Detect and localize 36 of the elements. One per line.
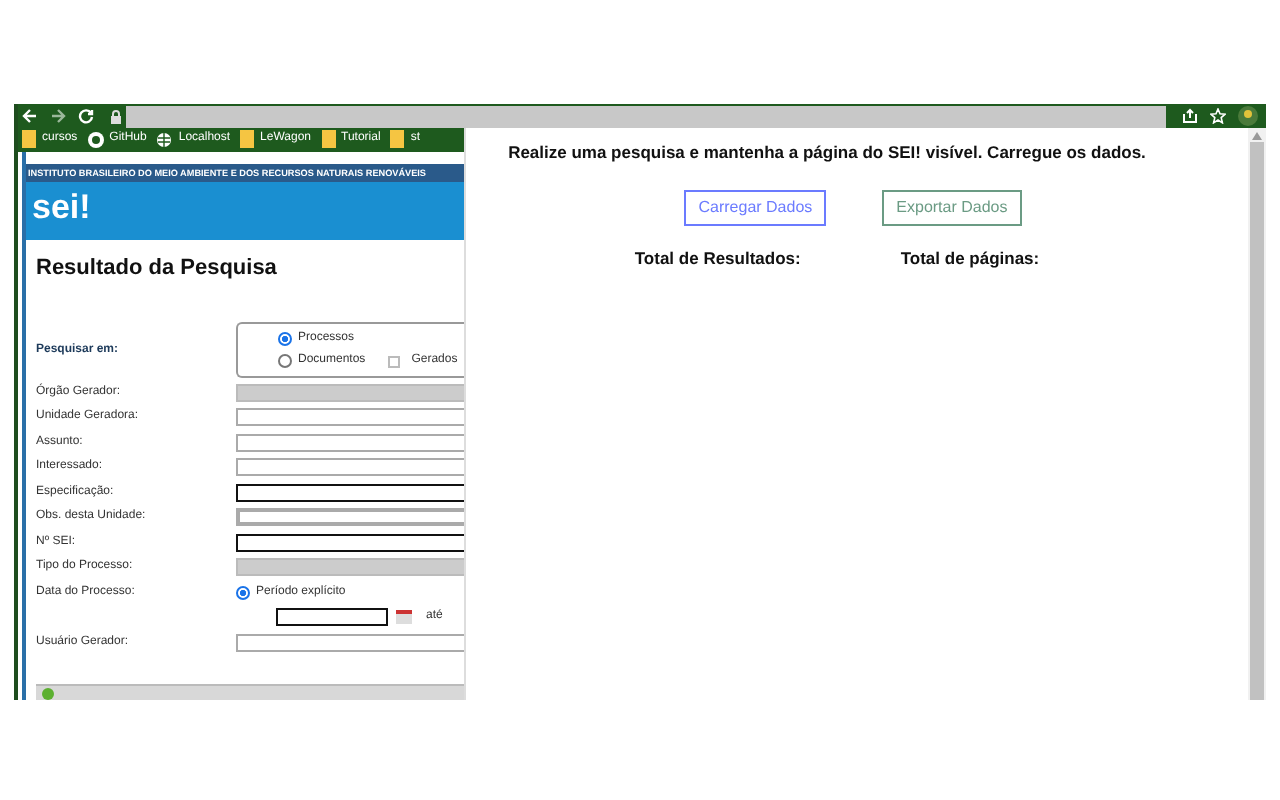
- input-field[interactable]: [236, 458, 464, 477]
- folder-icon: [240, 130, 255, 149]
- input-field[interactable]: [236, 533, 464, 552]
- input-field[interactable]: [236, 633, 464, 651]
- date-input-field[interactable]: [276, 607, 388, 625]
- radio-button[interactable]: [236, 585, 250, 599]
- radio-button[interactable]: [278, 354, 292, 368]
- instruction-text: Realize uma pesquisa e mantenha a página do SEI! visível. Carregue os dados.: [508, 140, 1146, 166]
- scrollbar[interactable]: [1248, 128, 1266, 700]
- calendar-icon[interactable]: [396, 609, 412, 623]
- star-icon[interactable]: [1210, 108, 1226, 124]
- total-label: Total de páginas:: [900, 245, 1040, 271]
- radio-button[interactable]: [278, 332, 292, 346]
- share-icon[interactable]: [1182, 108, 1198, 124]
- address-bar[interactable]: [126, 105, 1166, 127]
- forward-icon[interactable]: [50, 108, 66, 124]
- folder-icon: [22, 130, 36, 149]
- reload-icon[interactable]: [78, 108, 94, 124]
- checkbox[interactable]: [387, 355, 400, 367]
- sei-logo: sei!: [30, 185, 91, 229]
- input-field[interactable]: [236, 433, 464, 452]
- dropdown-field[interactable]: [236, 558, 464, 577]
- total-label: Total de Resultados:: [634, 245, 801, 271]
- dropdown-field[interactable]: [236, 383, 464, 402]
- lock-icon[interactable]: [110, 109, 122, 123]
- folder-icon: [321, 130, 336, 149]
- profile-avatar-icon[interactable]: [1238, 106, 1258, 126]
- input-field[interactable]: [236, 408, 464, 427]
- status-dot-icon: [42, 687, 54, 699]
- folder-icon: [390, 130, 405, 149]
- page-title: Resultado da Pesquisa: [34, 253, 277, 283]
- scrollbar-thumb[interactable]: [1250, 142, 1264, 700]
- action-button[interactable]: Carregar Dados: [684, 189, 827, 226]
- input-field[interactable]: [236, 508, 464, 527]
- input-field[interactable]: [236, 483, 464, 502]
- back-icon[interactable]: [22, 108, 38, 124]
